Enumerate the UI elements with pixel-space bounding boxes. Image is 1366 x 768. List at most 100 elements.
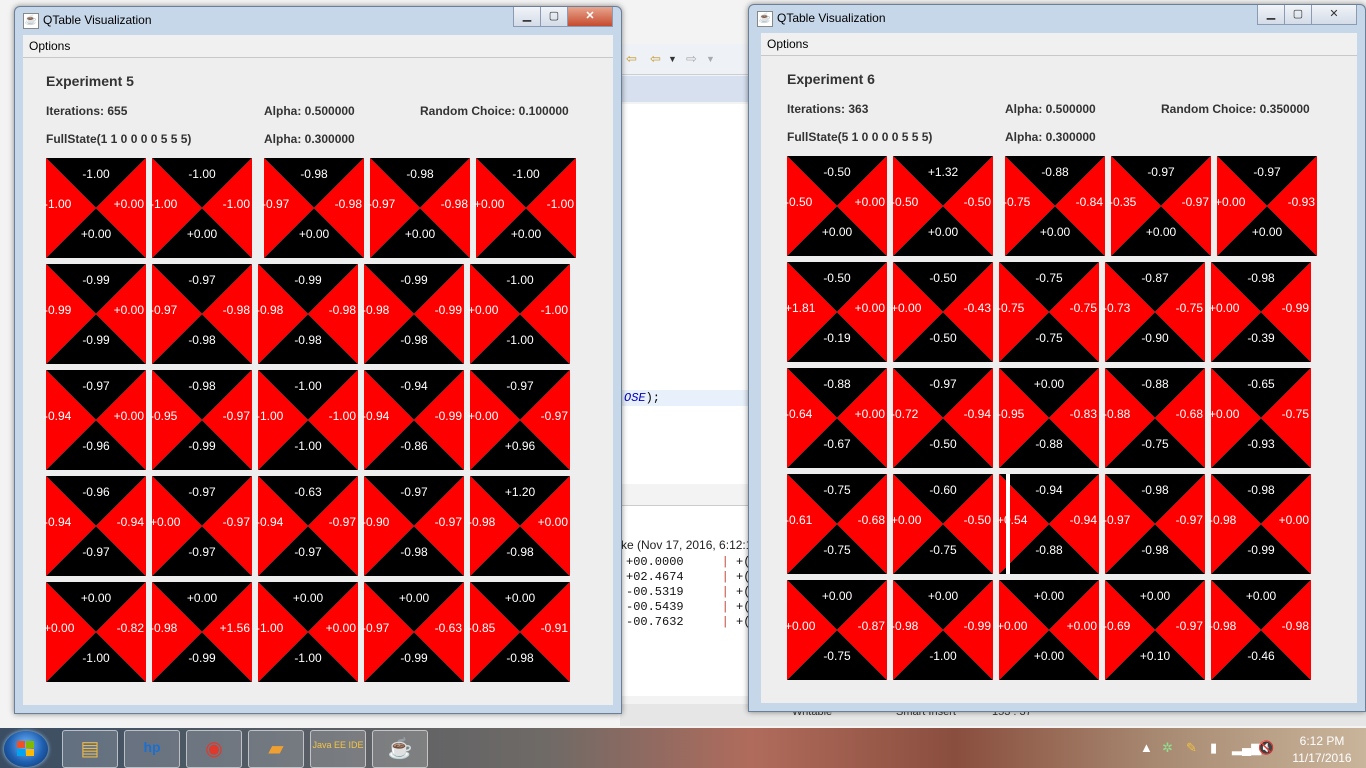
- q-value-right: -0.94: [116, 515, 144, 529]
- q-value-left: -1.00: [256, 409, 284, 423]
- window-title-bar[interactable]: ☕ QTable Visualization ▁ ▢ ✕: [15, 7, 621, 35]
- fullstate-label: FullState(1 1 0 0 0 0 5 5 5): [46, 132, 192, 146]
- clock-time[interactable]: 6:12 PM: [1292, 734, 1352, 748]
- device-icon[interactable]: ▮: [1210, 740, 1217, 756]
- q-value-left: -0.97: [368, 197, 396, 211]
- q-value-up: -0.75: [823, 483, 851, 497]
- q-value-right: -1.00: [222, 197, 250, 211]
- menu-options[interactable]: Options: [29, 39, 70, 53]
- clock-date[interactable]: 11/17/2016: [1286, 751, 1358, 765]
- taskbar-java[interactable]: ☕: [372, 730, 428, 768]
- start-button[interactable]: [4, 731, 48, 767]
- taskbar-file-explorer[interactable]: ▤: [62, 730, 118, 768]
- minimize-button[interactable]: ▁: [513, 7, 541, 27]
- q-value-up: +0.00: [1245, 589, 1277, 603]
- q-value-up: +0.00: [292, 591, 324, 605]
- taskbar-paint[interactable]: ▰: [248, 730, 304, 768]
- q-value-right: -0.97: [1181, 195, 1209, 209]
- chevron-down-icon[interactable]: ▼: [706, 54, 715, 64]
- q-value-right: -0.84: [1075, 195, 1103, 209]
- menu-options[interactable]: Options: [767, 37, 808, 51]
- q-value-right: -0.50: [963, 513, 991, 527]
- qtable-cell: -0.96 -0.94 -0.94 -0.97: [44, 476, 146, 576]
- menu-bar: Options: [761, 33, 1357, 56]
- signal-icon[interactable]: ▂▄▆: [1232, 740, 1261, 756]
- q-value-right: -0.98: [334, 197, 362, 211]
- q-value-right: -0.99: [434, 303, 462, 317]
- qtable-cell: -0.63 -0.94 -0.97 -0.97: [256, 476, 358, 576]
- q-value-left: +1.81: [785, 301, 816, 315]
- minimize-button[interactable]: ▁: [1257, 5, 1285, 25]
- back-arrow-icon[interactable]: ⇦: [650, 51, 661, 67]
- q-value-up: -0.50: [823, 165, 851, 179]
- q-value-up: -0.88: [1141, 377, 1169, 391]
- qtable-cell: -0.97 -0.94 +0.00 -0.96: [44, 370, 146, 470]
- q-value-down: -0.39: [1247, 331, 1275, 345]
- close-button[interactable]: ✕: [1311, 5, 1357, 25]
- network-share-icon[interactable]: ✲: [1162, 740, 1173, 756]
- q-value-right: -0.75: [1069, 301, 1097, 315]
- q-value-left: -0.35: [1109, 195, 1137, 209]
- taskbar-hp[interactable]: hp: [124, 730, 180, 768]
- qtable-cell: -0.97 +0.00 -0.93 +0.00: [1215, 156, 1317, 256]
- close-button[interactable]: ✕: [567, 7, 613, 27]
- qtable-cell: -0.99 -0.99 +0.00 -0.99: [44, 264, 146, 364]
- q-value-up: -0.98: [300, 167, 328, 181]
- forward-arrow-icon[interactable]: ⇨: [686, 51, 697, 67]
- q-value-right: +0.00: [854, 195, 885, 209]
- maximize-button[interactable]: ▢: [540, 7, 568, 27]
- qtable-cell: -0.65 +0.00 -0.75 -0.93: [1209, 368, 1311, 468]
- taskbar-java-ee-ide[interactable]: Java EE IDE: [310, 730, 366, 768]
- ide-editor[interactable]: [620, 104, 748, 484]
- show-hidden-icons-icon[interactable]: ▲: [1140, 740, 1153, 755]
- q-value-left: -0.98: [1209, 619, 1237, 633]
- console-line: +02.4674 | +(: [626, 570, 751, 584]
- q-value-right: +1.56: [219, 621, 250, 635]
- q-value-down: -0.98: [506, 545, 534, 559]
- q-value-right: -0.91: [540, 621, 568, 635]
- q-value-left: +0.00: [1215, 195, 1246, 209]
- q-value-down: +0.00: [80, 227, 112, 241]
- volume-muted-icon[interactable]: 🔇: [1258, 740, 1274, 756]
- qtable-cell: -0.97 -0.35 -0.97 +0.00: [1109, 156, 1211, 256]
- q-value-up: -0.98: [1141, 483, 1169, 497]
- q-value-left: -0.98: [256, 303, 284, 317]
- q-value-left: -1.00: [150, 197, 178, 211]
- q-value-down: -0.97: [82, 545, 110, 559]
- qtable-cell: +0.00 -0.95 -0.83 -0.88: [997, 368, 1099, 468]
- q-value-left: -0.50: [891, 195, 919, 209]
- q-value-down: -0.93: [1247, 437, 1275, 451]
- qtable-cell: -0.98 -0.97 -0.97 -0.98: [1103, 474, 1205, 574]
- maximize-button[interactable]: ▢: [1284, 5, 1312, 25]
- chevron-down-icon[interactable]: ▼: [668, 54, 677, 64]
- q-value-up: -0.99: [82, 273, 110, 287]
- q-value-down: -0.67: [823, 437, 851, 451]
- qtable-cell: -0.75 -0.75 -0.75 -0.75: [997, 262, 1099, 362]
- q-value-left: -0.69: [1103, 619, 1131, 633]
- file-explorer-icon: ▤: [80, 738, 100, 760]
- q-value-up: -0.97: [506, 379, 534, 393]
- ide-toolbar: ⇦ ⇦ ▼ ⇨ ▼: [620, 44, 748, 75]
- q-value-left: +0.00: [468, 303, 499, 317]
- tool-icon[interactable]: ✎: [1186, 740, 1197, 756]
- q-value-down: -0.99: [82, 333, 110, 347]
- window-title-bar[interactable]: ☕ QTable Visualization ▁ ▢ ✕: [749, 5, 1365, 33]
- q-value-right: -0.63: [434, 621, 462, 635]
- qtable-cell: +0.00 +0.00 -0.87 -0.75: [785, 580, 887, 680]
- taskbar-chrome[interactable]: ◉: [186, 730, 242, 768]
- iterations-label: Iterations: 655: [46, 104, 128, 118]
- java-icon[interactable]: ☕: [23, 13, 39, 29]
- q-value-down: -0.98: [1141, 543, 1169, 557]
- java-icon[interactable]: ☕: [757, 11, 773, 27]
- random-choice-label: Random Choice: 0.100000: [420, 104, 569, 118]
- back-arrow-icon[interactable]: ⇦: [626, 51, 637, 67]
- q-value-down: -0.99: [188, 651, 216, 665]
- q-value-up: +0.00: [1033, 377, 1065, 391]
- q-value-right: -0.99: [963, 619, 991, 633]
- q-value-up: -0.98: [406, 167, 434, 181]
- q-value-left: -0.72: [891, 407, 919, 421]
- qtable-cell: +0.00 -0.85 -0.91 -0.98: [468, 582, 570, 682]
- q-value-down: -0.75: [823, 543, 851, 557]
- q-value-right: +0.00: [1278, 513, 1309, 527]
- q-value-left: +0.00: [891, 513, 922, 527]
